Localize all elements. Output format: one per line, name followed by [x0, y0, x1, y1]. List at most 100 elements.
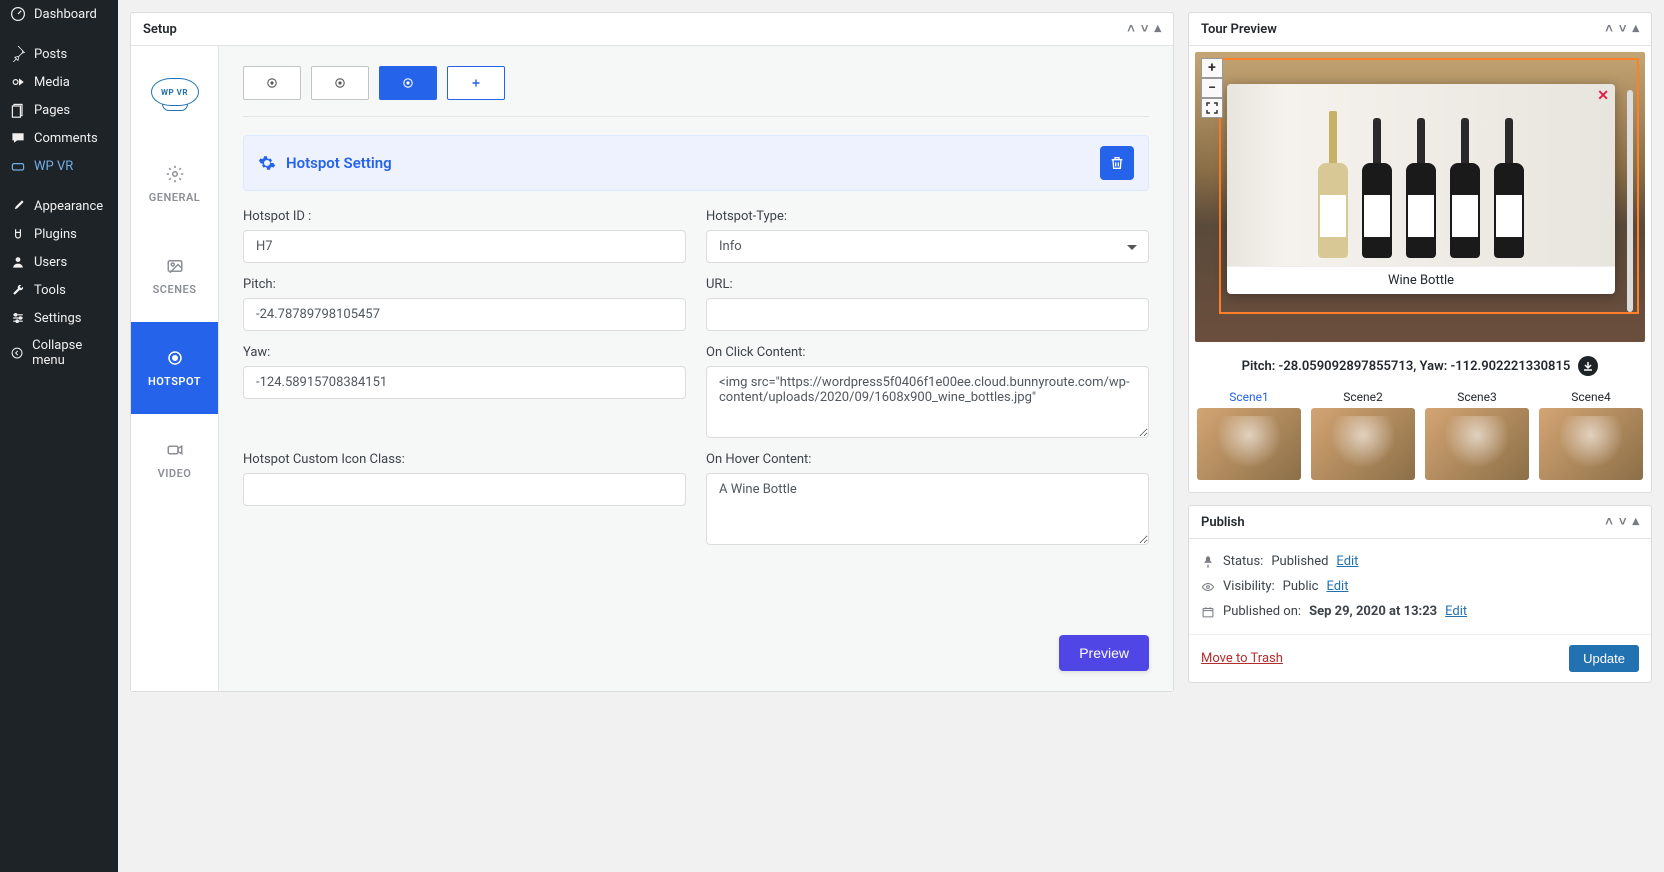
yaw-label: Yaw:: [243, 345, 686, 360]
hotspot-tabs: [243, 66, 1149, 100]
panel-up-icon[interactable]: ˄: [1605, 21, 1613, 37]
scene-thumb-4[interactable]: Scene4: [1539, 390, 1643, 480]
sidebar-label: Comments: [34, 131, 98, 146]
setup-panel-header: Setup ˄ ˅ ▴: [131, 13, 1173, 46]
popup-caption: Wine Bottle: [1227, 266, 1615, 294]
setup-vertical-tabs: WP VR GENERAL SCENES HOTSPOT VIDEO: [131, 46, 219, 691]
edit-visibility-link[interactable]: Edit: [1326, 579, 1348, 594]
hotspot-tab-add[interactable]: [447, 66, 505, 100]
panel-down-icon[interactable]: ˅: [1619, 514, 1627, 530]
sidebar-label: Media: [34, 75, 70, 90]
publish-visibility-row: Visibility: Public Edit: [1201, 574, 1639, 599]
edit-status-link[interactable]: Edit: [1336, 554, 1358, 569]
sidebar-label: WP VR: [34, 159, 73, 174]
url-input[interactable]: [706, 298, 1149, 331]
target-icon: [166, 349, 184, 367]
sidebar-item-posts[interactable]: Posts: [0, 40, 118, 68]
wpvr-logo-icon: WP VR: [151, 78, 199, 106]
panel-up-icon[interactable]: ˄: [1605, 514, 1613, 530]
tour-preview-header: Tour Preview ˄ ˅ ▴: [1189, 13, 1651, 46]
delete-hotspot-button[interactable]: [1100, 146, 1134, 180]
gear-icon: [258, 154, 276, 172]
sidebar-item-collapse[interactable]: Collapse menu: [0, 332, 118, 374]
sidebar-label: Pages: [34, 103, 70, 118]
tab-label: SCENES: [153, 283, 197, 296]
publish-panel-header: Publish ˄ ˅ ▴: [1189, 506, 1651, 539]
popup-image: [1227, 84, 1615, 266]
tab-video[interactable]: VIDEO: [131, 414, 218, 506]
sidebar-label: Tools: [34, 283, 66, 298]
sidebar-item-plugins[interactable]: Plugins: [0, 220, 118, 248]
fullscreen-button[interactable]: [1201, 98, 1223, 118]
panel-toggle-icon[interactable]: ▴: [1632, 21, 1639, 37]
tab-hotspot[interactable]: HOTSPOT: [131, 322, 218, 414]
onclick-textarea[interactable]: <img src="https://wordpress5f0406f1e00ee…: [706, 366, 1149, 438]
sidebar-item-appearance[interactable]: Appearance: [0, 192, 118, 220]
zoom-in-button[interactable]: +: [1201, 58, 1223, 78]
panel-toggle-icon[interactable]: ▴: [1154, 21, 1161, 37]
panel-down-icon[interactable]: ˅: [1141, 21, 1149, 37]
onclick-label: On Click Content:: [706, 345, 1149, 360]
calendar-icon: [1201, 605, 1215, 619]
publish-date-row: Published on: Sep 29, 2020 at 13:23 Edit: [1201, 599, 1639, 624]
panel-toggle-icon[interactable]: ▴: [1632, 514, 1639, 530]
video-icon: [166, 441, 184, 459]
sidebar-item-users[interactable]: Users: [0, 248, 118, 276]
sidebar-item-pages[interactable]: Pages: [0, 96, 118, 124]
tab-general[interactable]: GENERAL: [131, 138, 218, 230]
yaw-input[interactable]: [243, 366, 686, 399]
image-icon: [166, 257, 184, 275]
hotspot-popup: ✕ Wine Bottle: [1227, 84, 1615, 294]
sidebar-label: Users: [34, 255, 67, 270]
hotspot-type-label: Hotspot-Type:: [706, 209, 1149, 224]
move-to-trash-link[interactable]: Move to Trash: [1201, 651, 1283, 666]
wp-admin-sidebar: Dashboard Posts Media Pages Comments WP …: [0, 0, 118, 872]
panel-up-icon[interactable]: ˄: [1127, 21, 1135, 37]
setup-title: Setup: [143, 22, 177, 37]
dashboard-icon: [10, 6, 26, 22]
onhover-label: On Hover Content:: [706, 452, 1149, 467]
hotspot-type-select[interactable]: Info: [706, 230, 1149, 263]
hotspot-tab-1[interactable]: [243, 66, 301, 100]
popup-scrollbar[interactable]: [1627, 90, 1633, 312]
sidebar-label: Plugins: [34, 227, 77, 242]
sidebar-item-wpvr[interactable]: WP VR: [0, 152, 118, 180]
pitch-label: Pitch:: [243, 277, 686, 292]
hotspot-tab-2[interactable]: [311, 66, 369, 100]
trash-icon: [1109, 155, 1125, 171]
comment-icon: [10, 130, 26, 146]
sidebar-item-settings[interactable]: Settings: [0, 304, 118, 332]
sidebar-item-comments[interactable]: Comments: [0, 124, 118, 152]
custom-icon-input[interactable]: [243, 473, 686, 506]
sidebar-item-dashboard[interactable]: Dashboard: [0, 0, 118, 28]
wrench-icon: [10, 282, 26, 298]
scene-thumb-2[interactable]: Scene2: [1311, 390, 1415, 480]
sidebar-label: Settings: [34, 311, 81, 326]
tab-logo[interactable]: WP VR: [131, 46, 218, 138]
zoom-out-button[interactable]: −: [1201, 78, 1223, 98]
plug-icon: [10, 226, 26, 242]
vr-icon: [10, 158, 26, 174]
onhover-textarea[interactable]: A Wine Bottle: [706, 473, 1149, 545]
update-button[interactable]: Update: [1569, 645, 1639, 672]
panel-down-icon[interactable]: ˅: [1619, 21, 1627, 37]
hotspot-id-input[interactable]: [243, 230, 686, 263]
edit-date-link[interactable]: Edit: [1445, 604, 1467, 619]
scene-thumb-3[interactable]: Scene3: [1425, 390, 1529, 480]
sidebar-label: Posts: [34, 47, 67, 62]
panorama-viewer[interactable]: + − ✕ Wine Bottle: [1195, 52, 1645, 342]
tab-scenes[interactable]: SCENES: [131, 230, 218, 322]
publish-title: Publish: [1201, 515, 1245, 530]
sidebar-item-tools[interactable]: Tools: [0, 276, 118, 304]
hotspot-tab-3[interactable]: [379, 66, 437, 100]
pin-icon: [10, 46, 26, 62]
download-icon[interactable]: [1578, 356, 1598, 376]
preview-button[interactable]: Preview: [1059, 635, 1149, 671]
brush-icon: [10, 198, 26, 214]
tab-label: GENERAL: [149, 191, 200, 204]
sidebar-item-media[interactable]: Media: [0, 68, 118, 96]
scene-thumb-1[interactable]: Scene1: [1197, 390, 1301, 480]
hotspot-setting-title: Hotspot Setting: [258, 154, 392, 172]
pitch-input[interactable]: [243, 298, 686, 331]
popup-close-button[interactable]: ✕: [1597, 88, 1609, 104]
